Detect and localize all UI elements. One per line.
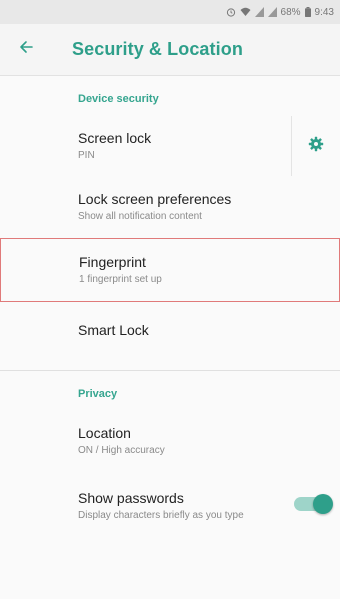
pref-summary: Show all notification content [78,211,202,222]
section-header-device-security: Device security [78,93,159,105]
pref-title: Lock screen preferences [78,191,232,207]
clock: 9:43 [314,6,334,18]
pref-show-passwords[interactable]: Show passwords Display characters briefl… [0,471,340,541]
page-title: Security & Location [72,39,243,59]
gear-icon [308,136,324,157]
pref-lock-screen-preferences[interactable]: Lock screen preferences Show all notific… [0,176,340,238]
pref-title: Show passwords [78,490,184,506]
pref-summary: PIN [78,150,95,161]
section-header-privacy: Privacy [78,388,118,400]
arrow-back-icon [18,39,34,60]
pref-location[interactable]: Location ON / High accuracy [0,411,340,471]
pref-summary: ON / High accuracy [78,445,165,456]
battery-icon [304,7,311,17]
pref-fingerprint[interactable]: Fingerprint 1 fingerprint set up [0,238,340,302]
toolbar: Security & Location [0,24,340,76]
alarm-icon [226,7,236,17]
pref-title: Location [78,425,131,441]
pref-title: Screen lock [78,130,152,146]
pref-summary: 1 fingerprint set up [79,274,162,285]
battery-percent: 68% [280,6,301,18]
pref-smart-lock[interactable]: Smart Lock [0,302,340,358]
settings-list: Device security Screen lock PIN Lock scr… [0,76,340,541]
pref-screen-lock[interactable]: Screen lock PIN [0,116,340,176]
pref-title: Fingerprint [79,254,146,270]
back-button[interactable] [0,24,52,76]
pref-summary: Display characters briefly as you type [78,510,244,521]
wifi-icon [240,7,251,17]
toggle-knob [313,494,333,514]
signal-icon [254,7,264,17]
show-passwords-toggle[interactable] [294,494,333,514]
signal-icon [267,7,277,17]
screen-lock-settings-button[interactable] [291,116,340,176]
pref-title: Smart Lock [78,322,149,338]
status-bar: 68% 9:43 [0,0,340,24]
